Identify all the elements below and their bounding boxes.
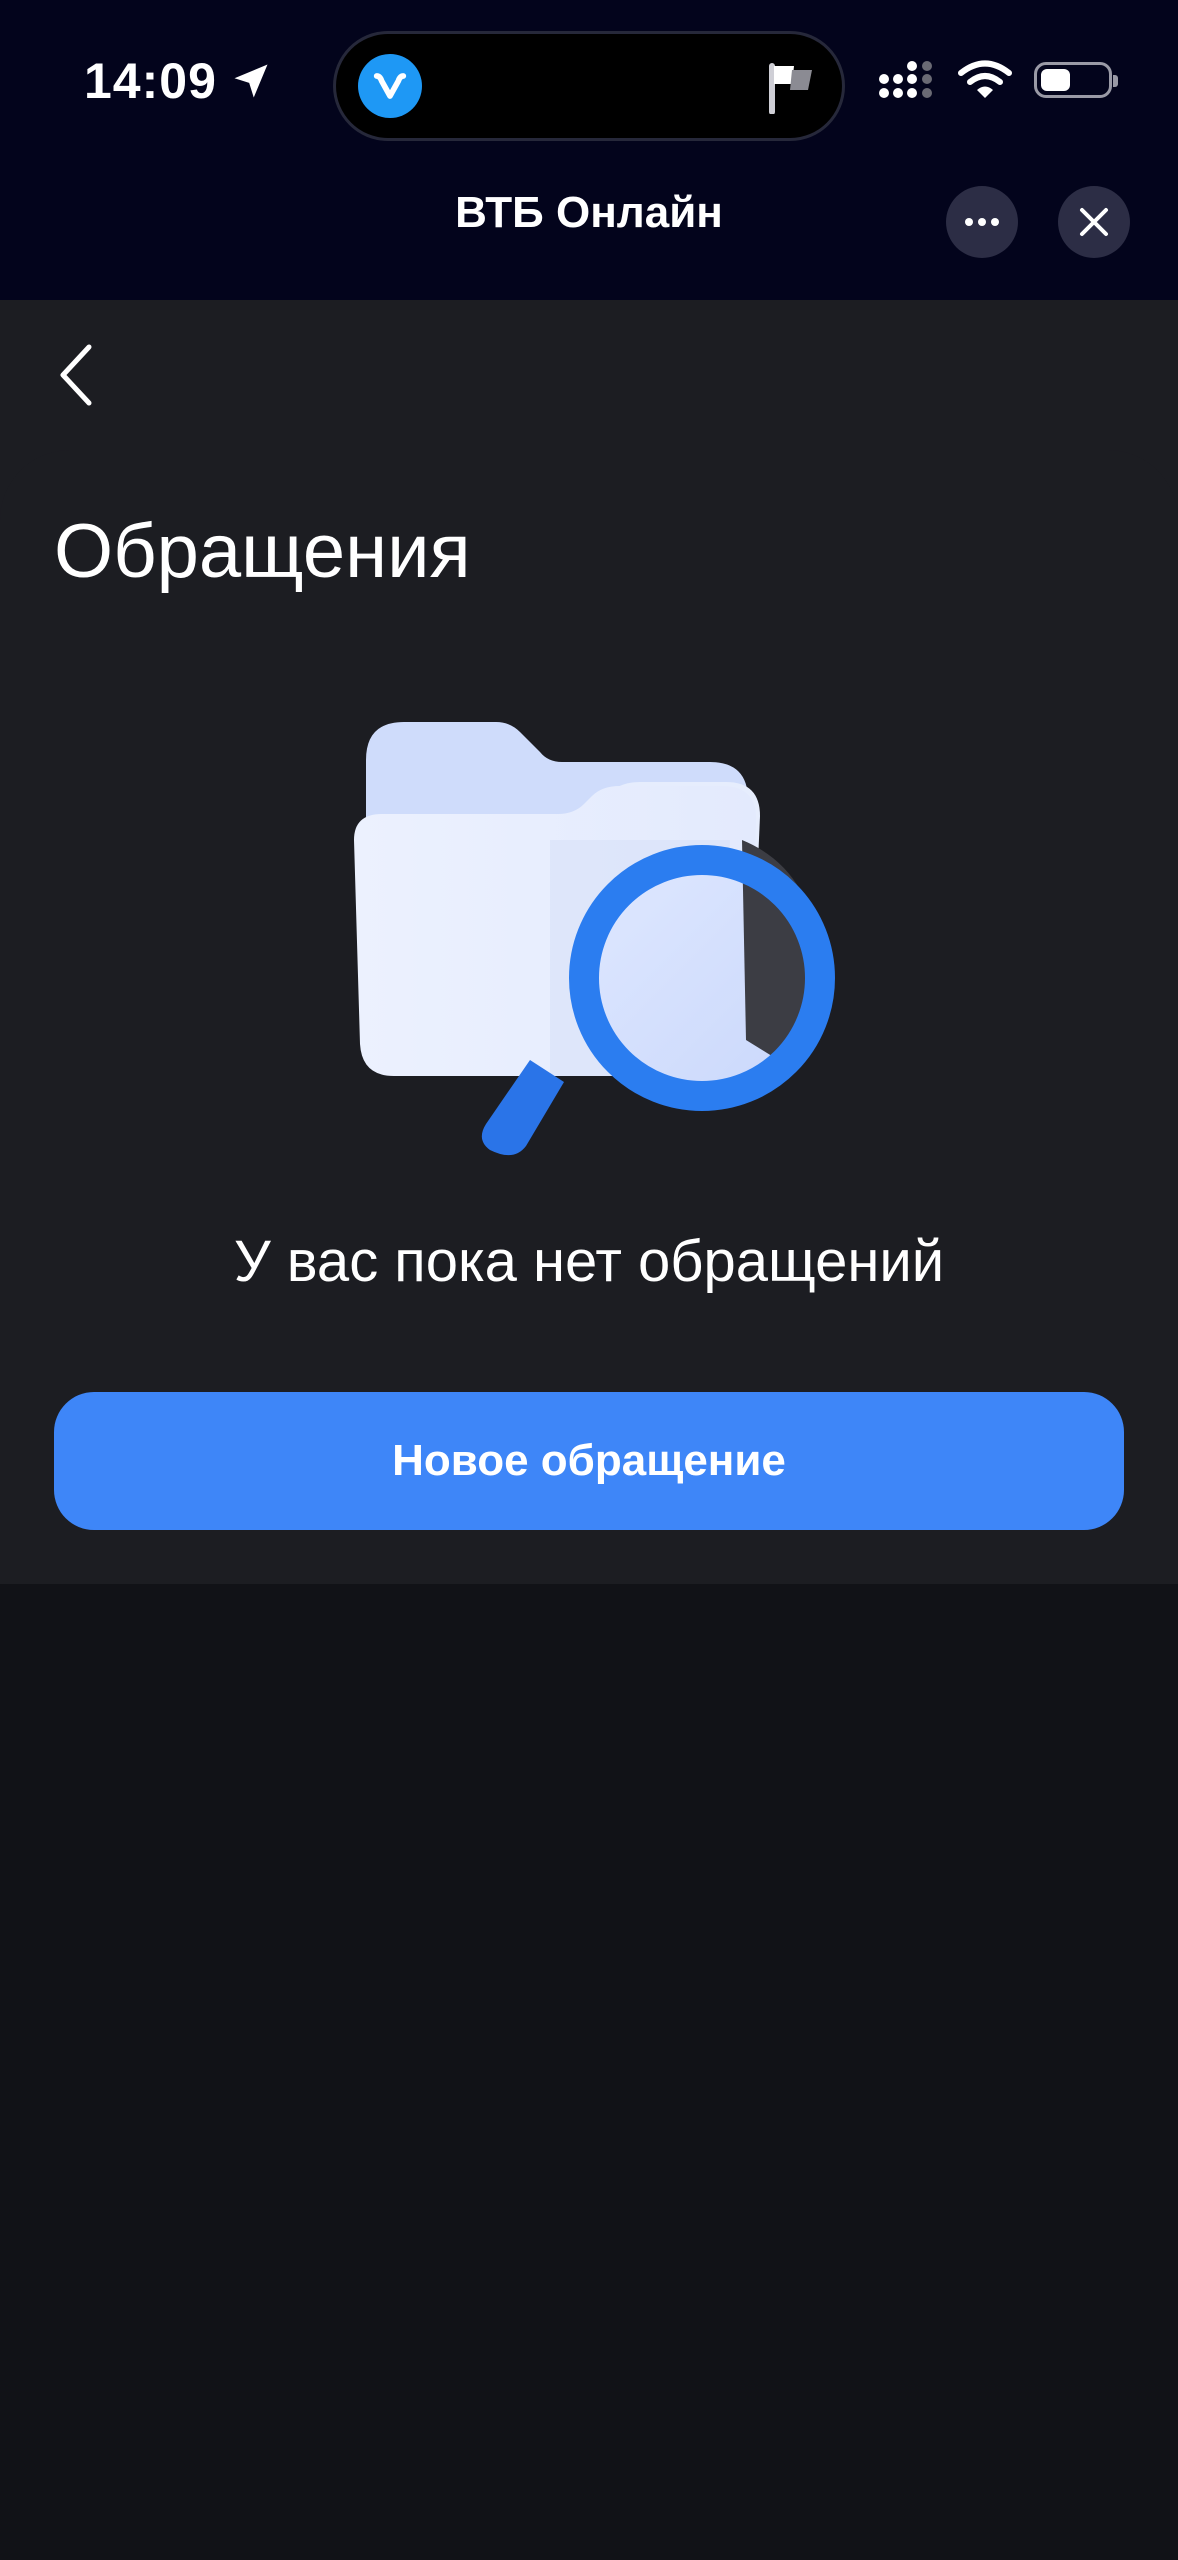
location-arrow-icon bbox=[234, 64, 268, 98]
back-button[interactable] bbox=[40, 340, 110, 410]
close-icon bbox=[1080, 208, 1108, 236]
flag-icon bbox=[764, 60, 816, 119]
status-icons bbox=[878, 60, 1118, 100]
vk-app-icon bbox=[358, 54, 422, 118]
dynamic-island bbox=[336, 34, 842, 138]
page-title: Обращения bbox=[54, 509, 471, 594]
new-request-button[interactable]: Новое обращение bbox=[54, 1392, 1124, 1530]
navigation-bar bbox=[0, 300, 1178, 450]
battery-level-fill bbox=[1041, 69, 1070, 91]
wifi-icon bbox=[958, 60, 1012, 98]
folder-magnifier-icon bbox=[330, 700, 850, 1185]
screen: 14:09 ВТБ Онлайн Обращения У вас пока не… bbox=[0, 0, 1178, 2560]
empty-state-message: У вас пока нет обращений bbox=[233, 1229, 945, 1294]
close-button[interactable] bbox=[1058, 186, 1130, 258]
battery-icon bbox=[1034, 62, 1118, 98]
top-header: 14:09 ВТБ Онлайн bbox=[0, 0, 1178, 300]
more-button[interactable] bbox=[946, 186, 1018, 258]
more-dots-icon bbox=[965, 218, 999, 226]
status-time: 14:09 bbox=[84, 52, 273, 110]
status-time-text: 14:09 bbox=[84, 53, 217, 109]
cellular-signal-icon bbox=[879, 61, 932, 98]
chevron-left-icon bbox=[60, 344, 92, 406]
